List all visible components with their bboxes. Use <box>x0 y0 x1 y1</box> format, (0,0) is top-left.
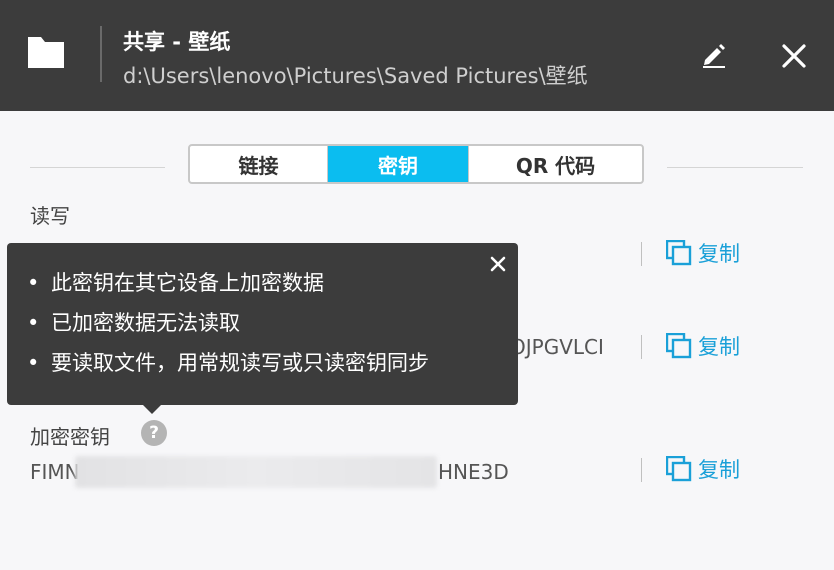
copy-icon <box>666 240 692 266</box>
share-title: 共享 - 壁纸 <box>123 30 231 54</box>
pencil-icon[interactable] <box>700 41 728 69</box>
tooltip-item: • 此密钥在其它设备上加密数据 <box>27 271 324 295</box>
redacted-key <box>75 456 437 488</box>
copy-read-only-button[interactable]: 复制 <box>666 331 740 361</box>
encrypted-key-suffix: HNE3D <box>438 460 509 484</box>
copy-icon <box>666 333 692 359</box>
copy-label: 复制 <box>698 458 740 482</box>
encrypted-key-label: 加密密钥 <box>30 425 110 449</box>
row-divider <box>641 242 642 266</box>
encrypted-key-tooltip: • 此密钥在其它设备上加密数据 • 已加密数据无法读取 • 要读取文件，用常规读写或只… <box>7 243 518 405</box>
tab-key[interactable]: 密钥 <box>328 146 468 182</box>
help-icon[interactable]: ? <box>141 420 167 446</box>
header-divider <box>100 26 102 82</box>
read-write-label: 读写 <box>30 204 70 228</box>
tabs-left-rule <box>30 167 165 168</box>
title-bar: 共享 - 壁纸 d:\Users\lenovo\Pictures\Saved P… <box>0 0 834 111</box>
encrypted-key-prefix: FIMN <box>30 460 80 484</box>
close-icon[interactable] <box>489 255 507 273</box>
close-icon[interactable] <box>781 43 807 69</box>
copy-encrypted-button[interactable]: 复制 <box>666 454 740 484</box>
tabs-right-rule <box>667 167 803 168</box>
tooltip-item: • 已加密数据无法读取 <box>27 311 240 335</box>
copy-label: 复制 <box>698 335 740 359</box>
tooltip-item: • 要读取文件，用常规读写或只读密钥同步 <box>27 351 429 375</box>
row-divider <box>641 335 642 359</box>
tab-link[interactable]: 链接 <box>190 146 328 182</box>
tooltip-pointer <box>142 404 162 414</box>
row-divider <box>641 458 642 482</box>
copy-icon <box>666 456 692 482</box>
copy-label: 复制 <box>698 242 740 266</box>
read-only-key-suffix: OJPGVLCI <box>510 335 604 359</box>
tab-bar: 链接 密钥 QR 代码 <box>188 144 644 184</box>
tab-qr-code[interactable]: QR 代码 <box>468 146 642 182</box>
copy-read-write-button[interactable]: 复制 <box>666 238 740 268</box>
folder-path: d:\Users\lenovo\Pictures\Saved Pictures\… <box>123 64 588 88</box>
folder-icon <box>28 37 64 68</box>
